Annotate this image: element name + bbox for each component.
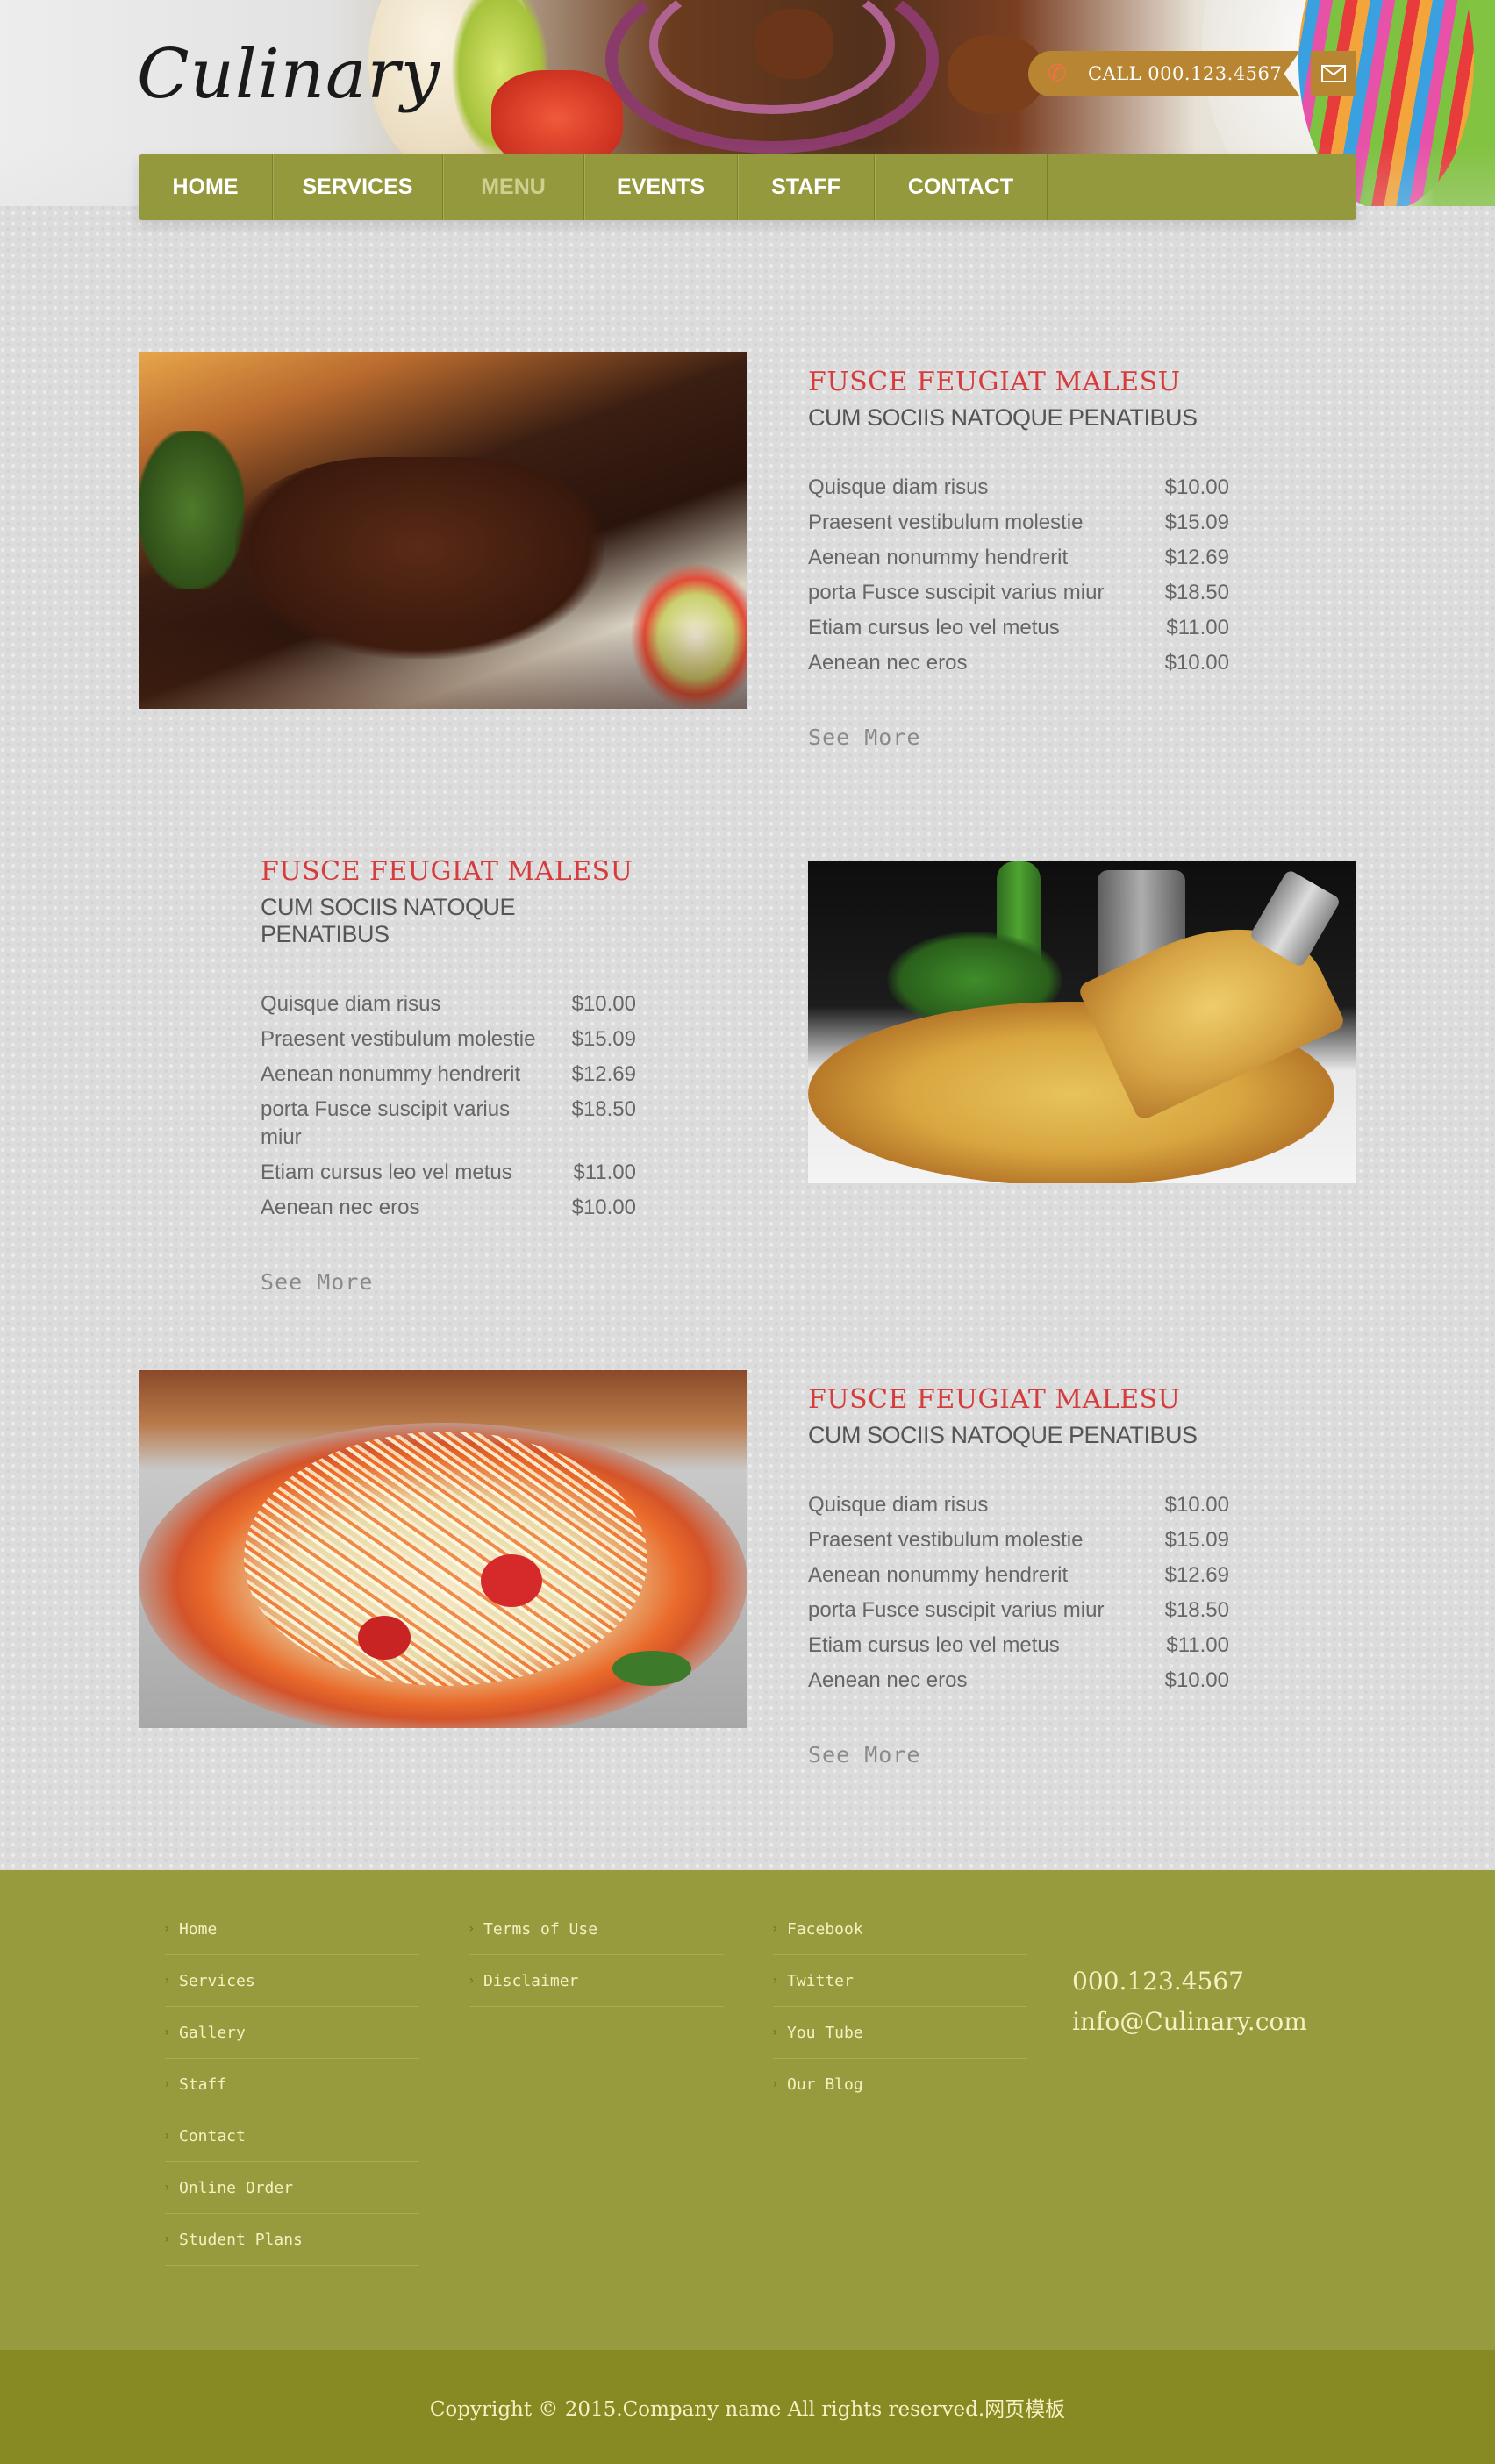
menu-item: Aenean nonummy hendrerit $12.69 <box>261 1062 636 1086</box>
menu-title: FUSCE FEUGIAT MALESU <box>808 367 1181 397</box>
chevron-right-icon: › <box>163 2181 171 2195</box>
nav-contact[interactable]: CONTACT <box>875 154 1048 220</box>
footer-link-gallery[interactable]: › Gallery <box>163 2007 419 2059</box>
menu-list: Quisque diam risus $10.00 Praesent vestib… <box>808 474 1229 677</box>
footer-link-staff[interactable]: › Staff <box>163 2059 419 2110</box>
main-nav: HOME SERVICES MENU EVENTS STAFF CONTACT <box>139 154 1356 220</box>
mail-button[interactable] <box>1311 51 1356 96</box>
copyright-bar: Copyright © 2015.Company name All rights… <box>0 2350 1495 2464</box>
footer-link-home[interactable]: › Home <box>163 1903 419 1955</box>
chevron-right-icon: › <box>468 1974 476 1988</box>
menu-item: Aenean nonummy hendrerit $12.69 <box>808 546 1229 569</box>
menu-section-1: FUSCE FEUGIAT MALESU CUM SOCIIS NATOQUE … <box>808 367 1229 750</box>
menu-item: Aenean nec eros $10.00 <box>808 1668 1229 1692</box>
nav-home[interactable]: HOME <box>139 154 273 220</box>
menu-item: porta Fusce suscipit varius miur $18.50 <box>808 1598 1229 1622</box>
menu-item: Praesent vestibulum molestie $15.09 <box>808 511 1229 534</box>
chevron-right-icon: › <box>163 2232 171 2246</box>
chevron-right-icon: › <box>771 1974 779 1988</box>
menu-item: Quisque diam risus $10.00 <box>808 475 1229 499</box>
footer-links-social: › Facebook › Twitter › You Tube › Our Blog <box>771 1903 1027 2110</box>
phone-icon: ✆ <box>1048 61 1067 87</box>
footer: › Home › Services › Gallery › Staff › Contact… <box>0 1870 1495 2350</box>
chevron-right-icon: › <box>163 2025 171 2039</box>
menu-item: Etiam cursus leo vel metus $11.00 <box>808 616 1229 639</box>
chevron-right-icon: › <box>771 1922 779 1936</box>
footer-email[interactable]: info@Culinary.com <box>1072 2002 1307 2042</box>
see-more-link[interactable]: See More <box>261 1269 373 1295</box>
nav-menu[interactable]: MENU <box>443 154 584 220</box>
footer-link-online-order[interactable]: › Online Order <box>163 2162 419 2214</box>
nav-services[interactable]: SERVICES <box>273 154 443 220</box>
menu-item: Quisque diam risus $10.00 <box>261 992 636 1016</box>
menu-subtitle: CUM SOCIIS NATOQUE PENATIBUS <box>261 894 516 947</box>
menu-item: Quisque diam risus $10.00 <box>808 1493 1229 1517</box>
menu-item: Aenean nec eros $10.00 <box>261 1196 636 1219</box>
footer-link-disclaimer[interactable]: › Disclaimer <box>468 1955 724 2007</box>
food-image-ribs <box>139 352 748 709</box>
footer-link-blog[interactable]: › Our Blog <box>771 2059 1027 2110</box>
menu-item: porta Fusce suscipit varius miur $18.50 <box>808 581 1229 604</box>
footer-link-student-plans[interactable]: › Student Plans <box>163 2214 419 2266</box>
chevron-right-icon: › <box>163 2129 171 2143</box>
chevron-right-icon: › <box>771 2077 779 2091</box>
call-number: CALL 000.123.4567 <box>1088 63 1283 84</box>
menu-title: FUSCE FEUGIAT MALESU <box>808 1384 1181 1415</box>
menu-item: porta Fusce suscipit varius miur $18.50 <box>261 1097 636 1149</box>
copyright-text: Copyright © 2015.Company name All rights… <box>429 2398 1066 2421</box>
envelope-icon <box>1321 65 1346 82</box>
footer-links-main: › Home › Services › Gallery › Staff › Contact… <box>163 1903 419 2266</box>
menu-subtitle: CUM SOCIIS NATOQUE PENATIBUS <box>808 404 1198 431</box>
chevron-right-icon: › <box>163 1974 171 1988</box>
chevron-right-icon: › <box>468 1922 476 1936</box>
food-image-pizza <box>808 861 1356 1183</box>
menu-subtitle: CUM SOCIIS NATOQUE PENATIBUS <box>808 1422 1198 1448</box>
menu-item: Etiam cursus leo vel metus $11.00 <box>261 1161 636 1184</box>
see-more-link[interactable]: See More <box>808 1742 920 1768</box>
chevron-right-icon: › <box>163 1922 171 1936</box>
menu-item: Aenean nonummy hendrerit $12.69 <box>808 1563 1229 1587</box>
footer-phone: 000.123.4567 <box>1072 1967 1244 1996</box>
footer-link-twitter[interactable]: › Twitter <box>771 1955 1027 2007</box>
chevron-right-icon: › <box>163 2077 171 2091</box>
menu-section-3: FUSCE FEUGIAT MALESU CUM SOCIIS NATOQUE … <box>808 1384 1229 1768</box>
menu-item: Etiam cursus leo vel metus $11.00 <box>808 1633 1229 1657</box>
footer-link-services[interactable]: › Services <box>163 1955 419 2007</box>
footer-link-youtube[interactable]: › You Tube <box>771 2007 1027 2059</box>
nav-events[interactable]: EVENTS <box>584 154 738 220</box>
nav-staff[interactable]: STAFF <box>738 154 875 220</box>
see-more-link[interactable]: See More <box>808 725 920 750</box>
menu-title: FUSCE FEUGIAT MALESU <box>261 856 633 887</box>
menu-list: Quisque diam risus $10.00 Praesent vestib… <box>808 1491 1229 1695</box>
footer-links-legal: › Terms of Use › Disclaimer <box>468 1903 724 2007</box>
menu-item: Praesent vestibulum molestie $15.09 <box>808 1528 1229 1552</box>
menu-item: Praesent vestibulum molestie $15.09 <box>261 1027 636 1051</box>
footer-link-terms[interactable]: › Terms of Use <box>468 1903 724 1955</box>
footer-link-facebook[interactable]: › Facebook <box>771 1903 1027 1955</box>
chevron-right-icon: › <box>771 2025 779 2039</box>
site-logo[interactable]: Culinary <box>137 35 440 114</box>
food-image-papaya-salad <box>139 1370 748 1728</box>
menu-section-2: FUSCE FEUGIAT MALESU CUM SOCIIS NATOQUE … <box>261 856 636 1295</box>
menu-item: Aenean nec eros $10.00 <box>808 651 1229 675</box>
footer-contact: 000.123.4567 info@Culinary.com <box>1072 1961 1307 2042</box>
call-badge[interactable]: ✆ CALL 000.123.4567 <box>1028 51 1300 96</box>
footer-link-contact[interactable]: › Contact <box>163 2110 419 2162</box>
menu-list: Quisque diam risus $10.00 Praesent vestib… <box>261 990 636 1222</box>
